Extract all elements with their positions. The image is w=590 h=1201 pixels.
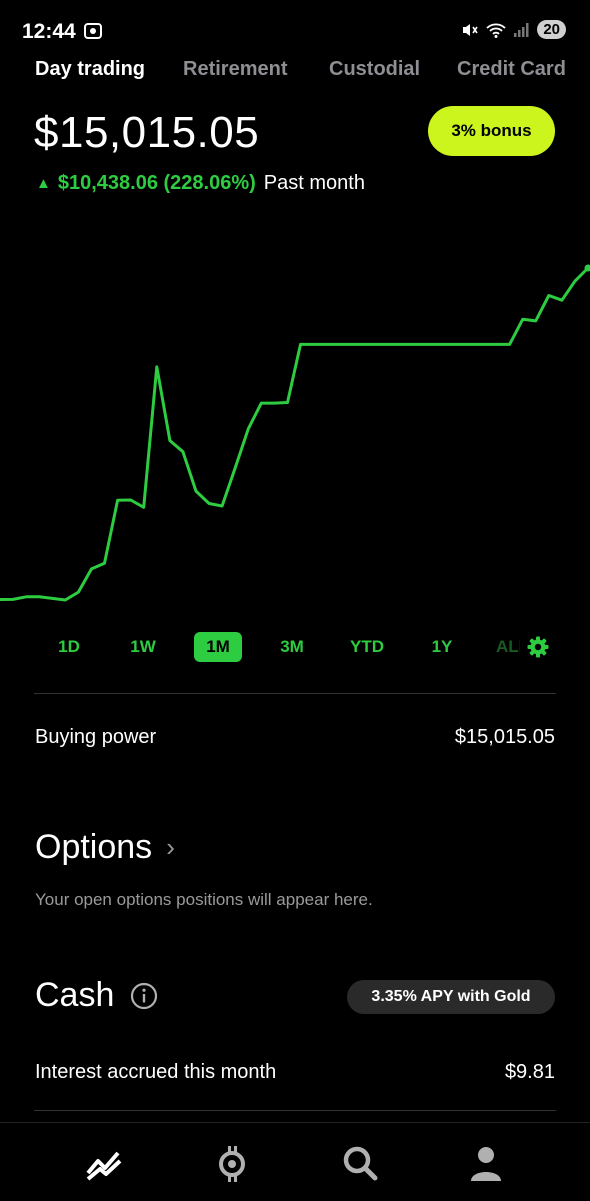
- status-icons: 20: [461, 20, 566, 39]
- info-icon[interactable]: [130, 982, 158, 1010]
- interest-label: Interest accrued this month: [35, 1061, 276, 1084]
- crypto-icon[interactable]: [212, 1143, 252, 1183]
- chart-settings-gear-icon[interactable]: [526, 635, 550, 659]
- range-ytd[interactable]: YTD: [344, 632, 390, 662]
- range-1m[interactable]: 1M: [194, 632, 242, 662]
- portfolio-balance: $15,015.05: [34, 108, 259, 158]
- divider: [34, 693, 556, 694]
- apy-gold-button[interactable]: 3.35% APY with Gold: [347, 980, 555, 1014]
- range-3m[interactable]: 3M: [272, 632, 312, 662]
- account-tabs: Day trading Retirement Custodial Credit …: [0, 58, 590, 88]
- buying-power-label: Buying power: [35, 726, 156, 749]
- screen-record-icon: [83, 21, 103, 41]
- mute-icon: [461, 21, 479, 39]
- change-period: Past month: [264, 172, 365, 195]
- bottom-nav: [0, 1122, 590, 1201]
- buying-power-value: $15,015.05: [455, 726, 555, 749]
- wifi-icon: [485, 21, 507, 39]
- chart-icon[interactable]: [84, 1143, 124, 1183]
- range-selector: 1D 1W 1M 3M YTD 1Y ALL: [0, 632, 590, 664]
- range-all[interactable]: ALL: [496, 632, 520, 662]
- options-empty-text: Your open options positions will appear …: [35, 890, 373, 910]
- chevron-right-icon: ›: [166, 832, 175, 863]
- divider: [34, 1110, 556, 1111]
- up-arrow-icon: ▲: [36, 175, 51, 192]
- options-header[interactable]: Options ›: [35, 828, 175, 867]
- cash-header: Cash: [35, 976, 158, 1015]
- range-1y[interactable]: 1Y: [422, 632, 462, 662]
- status-time: 12:44: [22, 20, 76, 44]
- portfolio-chart[interactable]: [0, 240, 590, 620]
- search-icon[interactable]: [340, 1143, 380, 1183]
- signal-icon: [513, 21, 531, 39]
- change-amount: $10,438.06 (228.06%): [58, 172, 256, 195]
- range-1w[interactable]: 1W: [123, 632, 163, 662]
- interest-value: $9.81: [505, 1061, 555, 1084]
- range-1d[interactable]: 1D: [49, 632, 89, 662]
- portfolio-change: ▲ $10,438.06 (228.06%) Past month: [36, 172, 365, 195]
- status-bar: 12:44 20: [0, 0, 590, 60]
- account-icon[interactable]: [466, 1143, 506, 1183]
- cash-title: Cash: [35, 976, 114, 1015]
- portfolio-line: [0, 268, 588, 600]
- tab-retirement[interactable]: Retirement: [183, 58, 287, 81]
- options-title: Options: [35, 828, 152, 867]
- bonus-button[interactable]: 3% bonus: [428, 106, 555, 156]
- tab-day-trading[interactable]: Day trading: [35, 58, 145, 81]
- battery-level: 20: [537, 20, 566, 39]
- tab-credit-card[interactable]: Credit Card: [457, 58, 566, 81]
- tab-custodial[interactable]: Custodial: [329, 58, 420, 81]
